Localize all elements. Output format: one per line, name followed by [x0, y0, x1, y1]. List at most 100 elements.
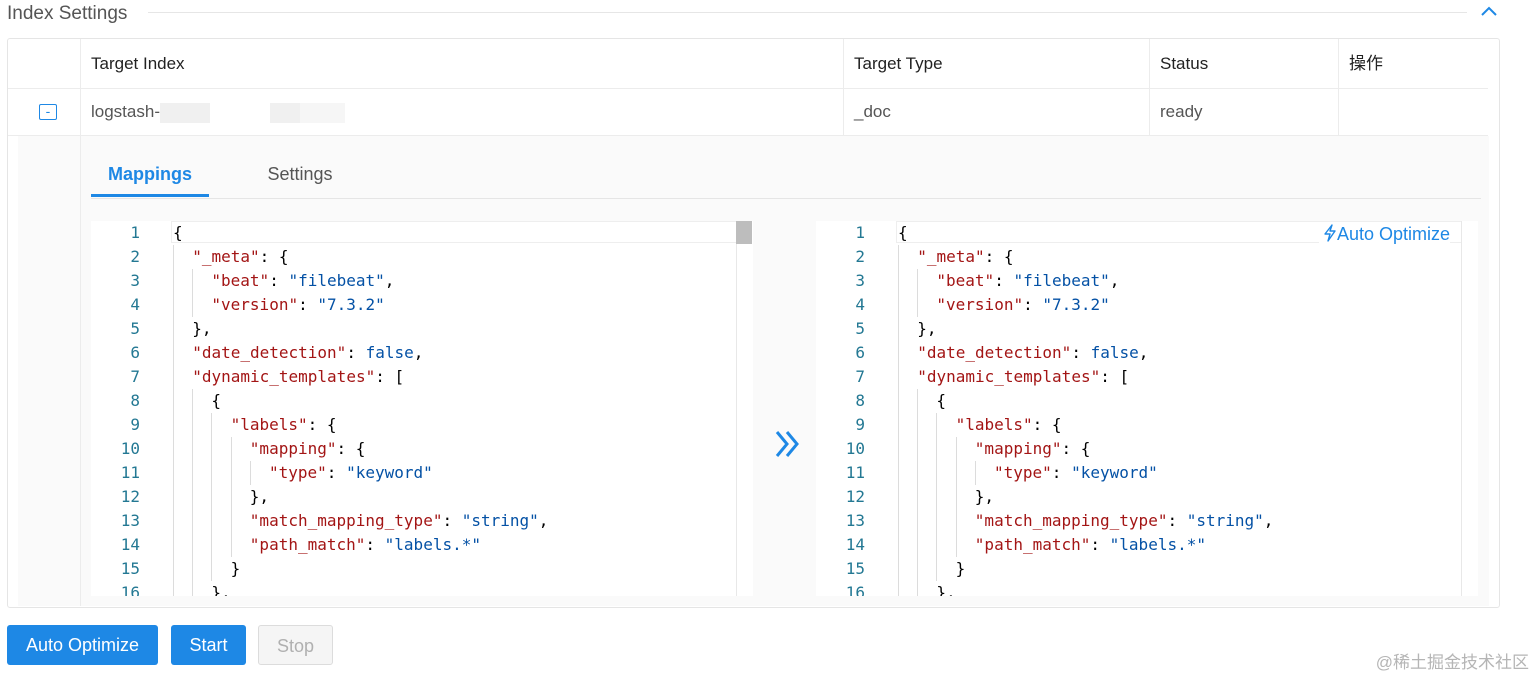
section-divider	[148, 12, 1467, 13]
line-number-gutter: 1 2 3 4 5 6 7 8 9 10 11 12 13 14 15 16	[91, 221, 167, 596]
cell-status: ready	[1149, 88, 1338, 135]
line-number: 2	[855, 247, 865, 266]
code-line: "dynamic_templates": [	[192, 367, 405, 386]
code-line: }	[955, 559, 966, 578]
indent-guide	[211, 413, 213, 581]
target-index-name: logstash-	[91, 102, 160, 121]
line-number-gutter: 1 2 3 4 5 6 7 8 9 10 11 12 13 14 15 16	[816, 221, 892, 596]
indent-guide	[230, 437, 232, 557]
code-line: },	[249, 487, 270, 506]
section-title: Index Settings	[7, 3, 128, 24]
scrollbar-thumb[interactable]	[736, 221, 752, 244]
line-number: 12	[845, 487, 865, 506]
tab-bar: Mappings Settings	[91, 154, 1481, 199]
code-line: {	[173, 223, 183, 242]
cell-target-index: logstash-	[80, 88, 843, 135]
column-header-status: Status	[1149, 39, 1338, 88]
auto-optimize-button[interactable]: Auto Optimize	[7, 625, 158, 665]
line-number: 13	[120, 511, 140, 530]
code-line: "version": "7.3.2"	[211, 295, 385, 314]
code-line: "labels": {	[955, 415, 1062, 434]
code-line: }	[230, 559, 241, 578]
line-number: 5	[855, 319, 865, 338]
code-line: "beat": "filebeat",	[936, 271, 1120, 290]
line-number: 4	[855, 295, 865, 314]
code-line: "match_mapping_type": "string",	[249, 511, 549, 530]
stop-button[interactable]: Stop	[258, 625, 333, 665]
index-table: Target Index Target Type Status 操作 - log…	[7, 38, 1500, 608]
auto-optimize-link-label: Auto Optimize	[1336, 224, 1450, 244]
code-line: },	[936, 583, 956, 596]
line-number: 8	[855, 391, 865, 410]
double-chevron-right-icon[interactable]	[771, 424, 807, 464]
indent-guide	[192, 269, 194, 317]
code-line: "path_match": "labels.*"	[249, 535, 481, 554]
indent-guide	[173, 245, 174, 596]
column-header-target-index: Target Index	[80, 39, 843, 88]
line-number: 15	[120, 559, 140, 578]
code-line: },	[917, 319, 937, 338]
line-number: 14	[845, 535, 865, 554]
indent-guide	[249, 461, 251, 485]
code-line: "_meta": {	[192, 247, 289, 266]
tab-settings[interactable]: Settings	[251, 154, 349, 197]
code-area[interactable]: { "_meta": { "beat": "filebeat", "version":…	[171, 221, 737, 596]
code-line: },	[192, 319, 212, 338]
code-line: "mapping": {	[249, 439, 366, 458]
column-header-actions: 操作	[1338, 39, 1488, 88]
line-number: 3	[130, 271, 140, 290]
code-line: "beat": "filebeat",	[211, 271, 395, 290]
indent-guide	[936, 413, 938, 581]
line-number: 12	[120, 487, 140, 506]
table-row: - logstash- _doc ready	[8, 88, 1488, 136]
current-line-highlight	[171, 221, 737, 243]
indent-guide	[898, 245, 899, 596]
redacted-text	[159, 102, 210, 123]
table-header: Target Index Target Type Status 操作	[8, 39, 1488, 89]
line-number: 7	[130, 367, 140, 386]
optimized-mapping-editor[interactable]: 1 2 3 4 5 6 7 8 9 10 11 12 13 14 15 16 {"_meta": {"beat…	[816, 221, 1478, 596]
code-line: "type": "keyword"	[994, 463, 1158, 482]
auto-optimize-link[interactable]: Auto Optimize	[1318, 223, 1450, 245]
editor-scrollbar[interactable]	[736, 221, 753, 596]
line-number: 16	[845, 583, 865, 596]
line-number: 6	[855, 343, 865, 362]
code-line: "version": "7.3.2"	[936, 295, 1110, 314]
code-line: "_meta": {	[917, 247, 1014, 266]
section-header: Index Settings	[0, 0, 1537, 30]
tab-mappings[interactable]: Mappings	[91, 154, 209, 197]
indent-guide	[974, 461, 976, 485]
code-line: "mapping": {	[974, 439, 1091, 458]
line-number: 1	[855, 223, 865, 242]
code-line: {	[936, 391, 947, 410]
watermark: @稀土掘金技术社区	[1375, 653, 1529, 672]
line-number: 11	[845, 463, 865, 482]
code-area[interactable]: { "_meta": { "beat": "filebeat", "version":…	[896, 221, 1462, 596]
line-number: 14	[120, 535, 140, 554]
column-header-target-type: Target Type	[843, 39, 1149, 88]
code-line: },	[211, 583, 231, 596]
line-number: 7	[855, 367, 865, 386]
chevron-up-icon[interactable]	[1479, 3, 1499, 19]
line-number: 6	[130, 343, 140, 362]
code-line: {	[211, 391, 222, 410]
line-number: 9	[130, 415, 140, 434]
line-number: 5	[130, 319, 140, 338]
collapse-row-button[interactable]: -	[39, 104, 57, 120]
line-number: 13	[845, 511, 865, 530]
code-line: "match_mapping_type": "string",	[974, 511, 1274, 530]
redacted-text	[299, 102, 345, 123]
indent-guide	[955, 437, 957, 557]
line-number: 10	[120, 439, 140, 458]
indent-guide	[917, 269, 919, 317]
editor-scrollbar[interactable]	[1461, 221, 1478, 596]
cell-target-type: _doc	[843, 88, 1149, 135]
source-mapping-editor[interactable]: 1 2 3 4 5 6 7 8 9 10 11 12 13 14 15 16 {"_meta": {"beat…	[91, 221, 753, 596]
start-button[interactable]: Start	[171, 625, 246, 665]
code-line: "labels": {	[230, 415, 337, 434]
line-number: 16	[120, 583, 140, 596]
expand-content: Mappings Settings 1 2 3 4 5 6 7 8 9 10 11 12 13 14 15 1…	[80, 136, 1489, 606]
line-number: 1	[130, 223, 140, 242]
code-line: "dynamic_templates": [	[917, 367, 1130, 386]
line-number: 11	[120, 463, 140, 482]
